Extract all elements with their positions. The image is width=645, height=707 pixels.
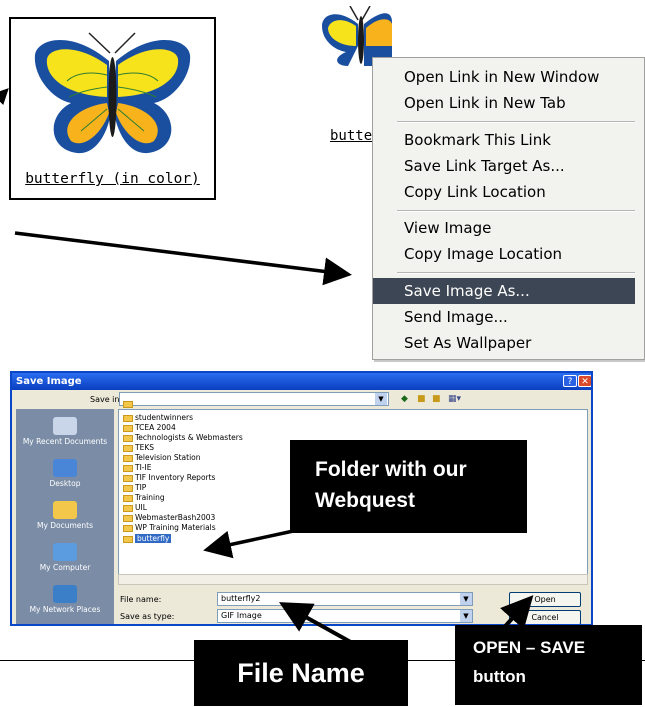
callout-folder-line1: Folder with our [315,458,467,481]
callout-folder-line2: Webquest [315,489,415,512]
callout-open-save: OPEN – SAVE button [455,625,642,705]
callout-open-line2: button [473,667,526,686]
callout-open-line1: OPEN – SAVE [473,638,586,657]
arrow-to-card [0,88,9,106]
annotation-arrows [0,88,534,647]
callout-file-name: File Name [194,640,408,706]
callout-folder: Folder with our Webquest [290,440,527,533]
arrow-to-folder [203,528,299,559]
arrow-to-save-image-menu [14,231,352,286]
